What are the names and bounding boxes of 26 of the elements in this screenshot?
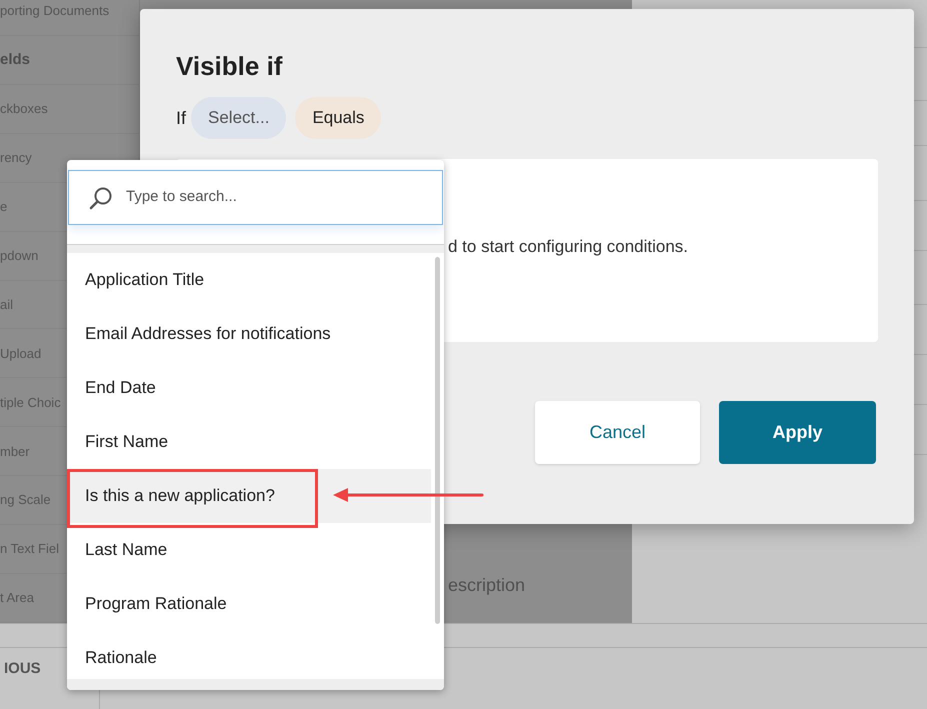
dropdown-option[interactable]: Is this a new application? [67, 469, 431, 523]
scrollbar[interactable] [435, 257, 440, 624]
search-icon [88, 186, 114, 210]
apply-button[interactable]: Apply [719, 401, 876, 464]
sidebar-item[interactable]: t Area [0, 588, 34, 608]
sidebar-item[interactable]: tiple Choic [0, 392, 61, 412]
sidebar-item[interactable]: e [0, 196, 8, 216]
sidebar-item[interactable]: pdown [0, 246, 38, 266]
sidebar-item[interactable]: Upload [0, 344, 42, 364]
field-selector[interactable]: Select... [191, 97, 286, 139]
sidebar-item[interactable]: porting Documents [0, 1, 110, 21]
search-input[interactable]: Type to search... [126, 186, 442, 209]
search-field[interactable]: Type to search... [68, 170, 443, 225]
sidebar-item[interactable]: ail [0, 294, 14, 314]
empty-message: d to start configuring conditions. [448, 236, 688, 258]
section-heading: elds [0, 50, 30, 70]
cancel-button[interactable]: Cancel [535, 401, 700, 464]
sidebar-item[interactable]: rency [0, 148, 32, 168]
operator-selector[interactable]: Equals [295, 97, 382, 139]
sidebar-item[interactable]: ckboxes [0, 99, 48, 119]
sidebar-item[interactable]: n Text Fiel [0, 539, 60, 559]
dialog-title: Visible if [176, 50, 284, 81]
sidebar-item[interactable]: mber [0, 442, 30, 461]
field-label: escription [448, 574, 526, 597]
if-label: If [176, 106, 186, 130]
sidebar-item[interactable]: ng Scale [0, 490, 51, 510]
